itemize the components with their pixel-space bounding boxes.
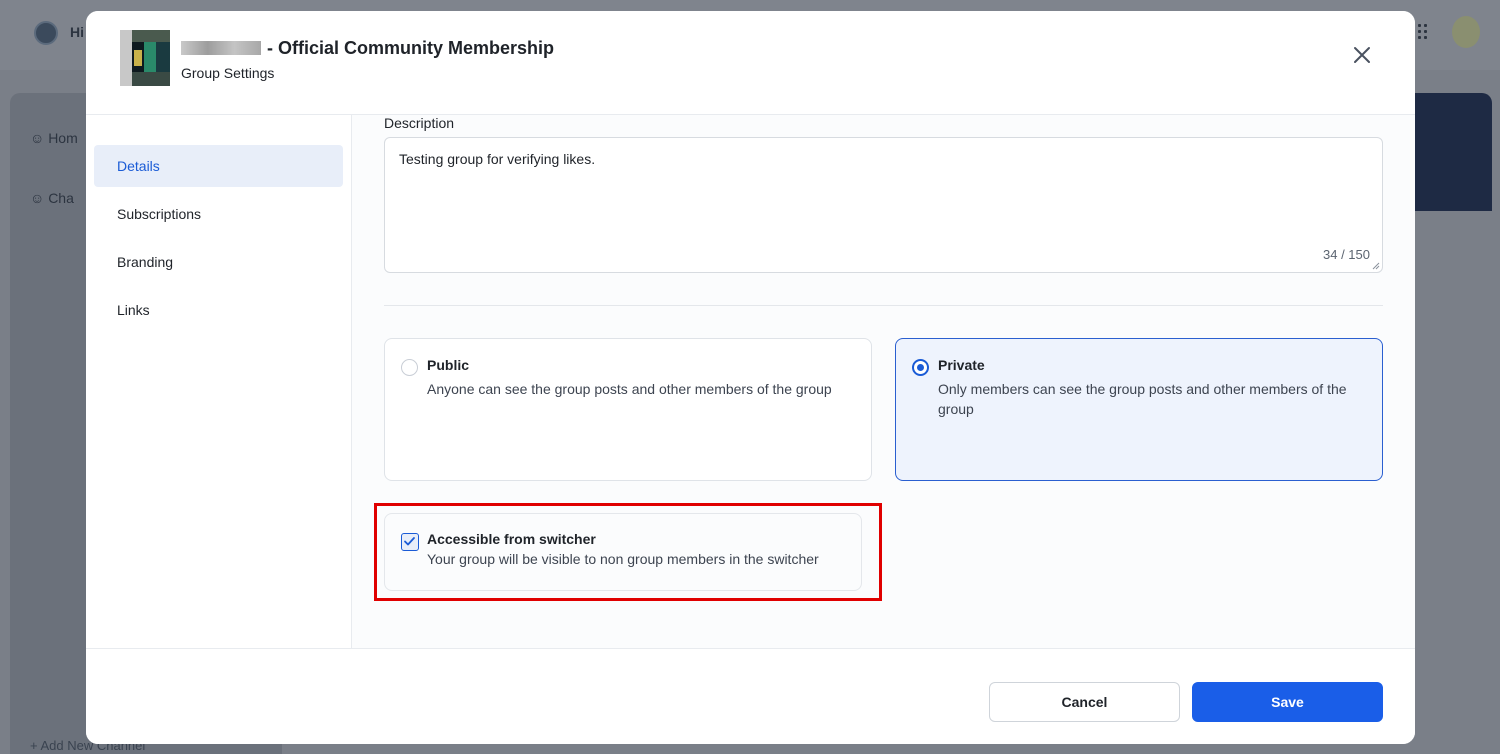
option-description: Anyone can see the group posts and other… (427, 381, 832, 397)
visibility-option-private[interactable]: Private Only members can see the group p… (895, 338, 1383, 481)
app-logo-icon (34, 21, 58, 45)
smiley-icon: ☺ (30, 190, 45, 206)
background-nav-label: Cha (48, 190, 74, 206)
radio-selected-dot (917, 364, 924, 371)
visibility-option-public[interactable]: Public Anyone can see the group posts an… (384, 338, 872, 481)
background-nav-home: ☺ Hom (30, 130, 78, 146)
description-textarea[interactable]: Testing group for verifying likes. 34 / … (384, 137, 1383, 273)
users-icon: ☺ (30, 130, 45, 146)
group-avatar (120, 30, 170, 86)
character-count: 34 / 150 (1323, 247, 1370, 262)
radio-public[interactable] (401, 359, 418, 376)
modal-title: - Official Community Membership (267, 38, 555, 58)
description-value: Testing group for verifying likes. (399, 151, 596, 167)
nav-item-branding[interactable]: Branding (94, 241, 343, 283)
save-button[interactable]: Save (1192, 682, 1383, 722)
close-icon[interactable] (1350, 43, 1374, 67)
background-nav-chat: ☺ Cha (30, 190, 74, 206)
nav-item-details[interactable]: Details (94, 145, 343, 187)
annotation-highlight (374, 503, 882, 601)
option-title: Private (938, 357, 985, 373)
background-nav-label: Hom (48, 130, 78, 146)
cancel-button[interactable]: Cancel (989, 682, 1180, 722)
app-name: Hi (70, 24, 84, 40)
divider (384, 305, 1383, 306)
nav-item-links[interactable]: Links (94, 289, 343, 331)
nav-item-subscriptions[interactable]: Subscriptions (94, 193, 343, 235)
radio-private[interactable] (912, 359, 929, 376)
modal-footer: Cancel Save (86, 648, 1415, 744)
option-title: Public (427, 357, 470, 373)
user-avatar (1452, 16, 1480, 48)
resize-grip-icon[interactable] (1372, 262, 1380, 270)
redacted-group-name (181, 41, 261, 55)
description-label: Description (384, 115, 455, 131)
option-description: Only members can see the group posts and… (938, 381, 1347, 417)
settings-nav: Details Subscriptions Branding Links (86, 115, 352, 648)
group-settings-modal: - Official Community Membership Group Se… (86, 11, 1415, 744)
details-panel: Description Testing group for verifying … (352, 115, 1415, 648)
modal-header: - Official Community Membership Group Se… (86, 11, 1415, 115)
modal-subtitle: Group Settings (181, 65, 275, 81)
